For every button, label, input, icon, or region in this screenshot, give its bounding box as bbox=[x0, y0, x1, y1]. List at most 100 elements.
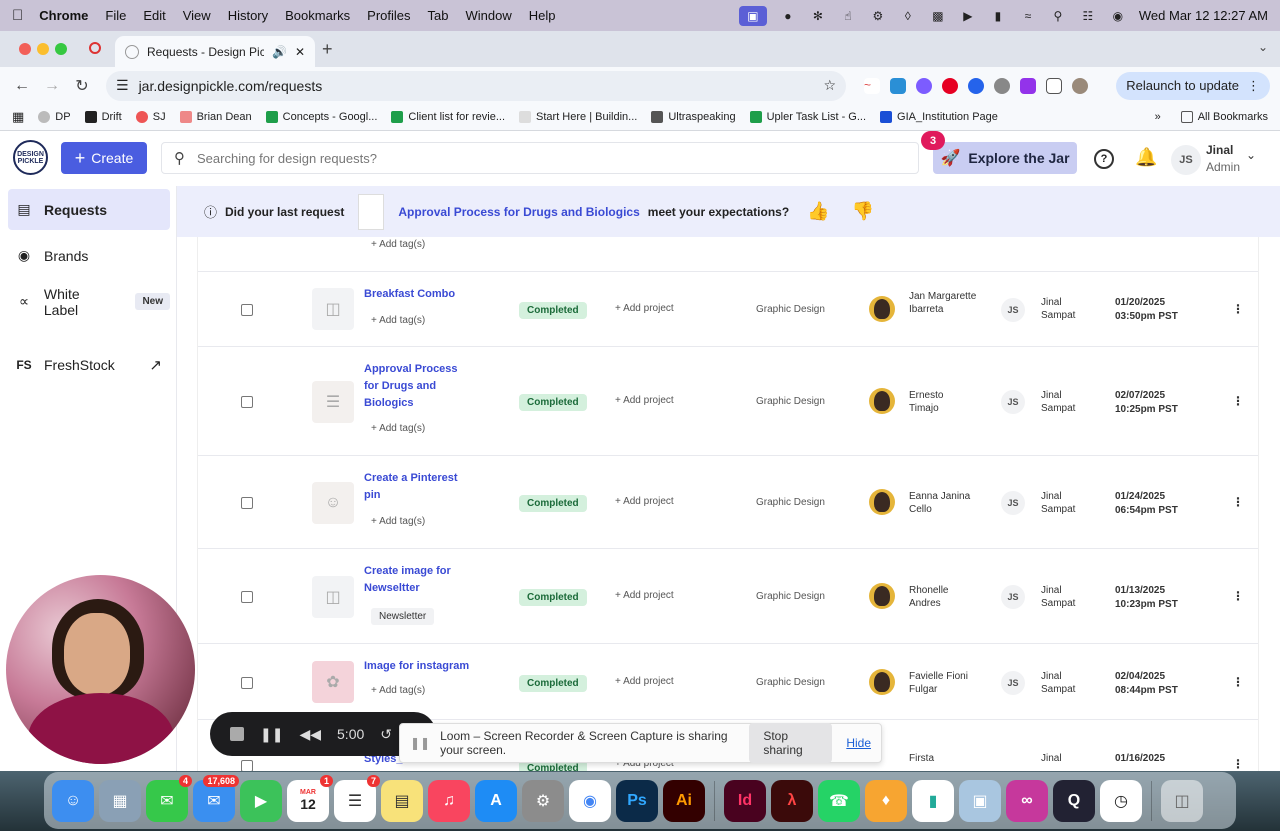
photoshop-icon[interactable]: Ps bbox=[616, 779, 658, 822]
clock[interactable]: Wed Mar 12 12:27 AM bbox=[1139, 8, 1268, 23]
feedback-request-link[interactable]: Approval Process for Drugs and Biologics bbox=[398, 205, 639, 219]
menu-file[interactable]: File bbox=[105, 8, 126, 23]
quicktime-icon[interactable]: Q bbox=[1053, 779, 1095, 822]
user-name[interactable]: Jinal bbox=[1206, 143, 1233, 157]
touch-icon[interactable]: ☝ bbox=[839, 9, 857, 23]
menu-bookmarks[interactable]: Bookmarks bbox=[285, 8, 350, 23]
pinterest-extension-icon[interactable] bbox=[942, 77, 958, 94]
image-placeholder-icon[interactable]: ◫ bbox=[312, 288, 354, 330]
drag-handle-icon[interactable]: ❚❚ bbox=[410, 736, 430, 750]
car-icon[interactable]: ▩ bbox=[929, 9, 947, 23]
mail-icon[interactable]: ✉ 17,608 bbox=[193, 774, 239, 822]
menu-history[interactable]: History bbox=[228, 8, 268, 23]
table-row[interactable]: ◫ Create image for Newseltter Newsletter… bbox=[198, 549, 1258, 644]
facetime-icon[interactable]: ▶ bbox=[240, 779, 282, 822]
bookmark-item[interactable]: SJ bbox=[135, 111, 166, 123]
request-thumbnail[interactable]: ☺ bbox=[312, 482, 354, 524]
table-row[interactable]: ☰ Approval Process for Drugs and Biologi… bbox=[198, 347, 1258, 456]
all-bookmarks-folder[interactable]: All Bookmarks bbox=[1180, 111, 1268, 123]
window-zoom-button[interactable] bbox=[55, 43, 67, 55]
add-tag-link[interactable]: + Add tag(s) bbox=[371, 239, 425, 250]
tab-close-icon[interactable]: ✕ bbox=[295, 45, 305, 59]
row-checkbox[interactable] bbox=[241, 497, 253, 509]
notes-icon[interactable]: ▤ bbox=[381, 779, 423, 822]
calendar-icon[interactable]: MAR 12 1 bbox=[287, 774, 333, 822]
app-store-icon[interactable]: A bbox=[475, 779, 517, 822]
apps-grid-icon[interactable]: ▦ bbox=[12, 109, 24, 125]
add-tag-link[interactable]: + Add tag(s) bbox=[371, 685, 425, 696]
battery-icon[interactable]: ▮ bbox=[989, 9, 1007, 23]
row-menu-icon[interactable]: ⋮ bbox=[1232, 302, 1244, 316]
pause-icon[interactable]: ❚❚ bbox=[260, 726, 283, 743]
address-bar[interactable]: ☰ jar.designpickle.com/requests ☆ bbox=[106, 70, 846, 101]
table-row[interactable]: ◫ Breakfast Combo + Add tag(s) Completed… bbox=[198, 272, 1258, 347]
rewind-icon[interactable]: ◀◀ bbox=[299, 726, 321, 743]
bookmark-item[interactable]: Ultraspeaking bbox=[651, 111, 736, 123]
request-title-link[interactable]: Approval Process for Drugs and Biologics bbox=[364, 361, 464, 412]
trash-icon[interactable]: ◫ bbox=[1161, 779, 1203, 822]
request-title-link[interactable]: Image for instagram bbox=[364, 658, 484, 675]
request-title-link[interactable]: Create a Pinterest pin bbox=[364, 470, 469, 504]
bookmark-item[interactable]: Client list for revie... bbox=[391, 111, 505, 123]
add-tag-link[interactable]: + Add tag(s) bbox=[371, 516, 425, 527]
chrome-icon[interactable]: ◉ bbox=[569, 779, 611, 822]
row-checkbox[interactable] bbox=[241, 760, 253, 771]
add-project-link[interactable]: + Add project bbox=[615, 496, 674, 507]
sidebar-item-freshstock[interactable]: FS FreshStock ↗ bbox=[8, 344, 170, 385]
transmit-icon[interactable]: ♦ bbox=[865, 779, 907, 822]
stop-recording-button[interactable] bbox=[230, 727, 244, 741]
forward-arrow-icon[interactable]: → bbox=[40, 77, 64, 95]
acrobat-icon[interactable]: λ bbox=[771, 779, 813, 822]
stop-sharing-button[interactable]: Stop sharing bbox=[749, 723, 833, 763]
table-row[interactable]: ✿ Image for instagram + Add tag(s) Compl… bbox=[198, 644, 1258, 720]
tab-search-chevron-icon[interactable]: ⌄ bbox=[1258, 40, 1268, 54]
extension-icon-5[interactable] bbox=[968, 77, 984, 94]
request-title-link[interactable]: Breakfast Combo bbox=[364, 286, 474, 303]
whatsapp-icon[interactable]: ☎ bbox=[818, 779, 860, 822]
request-thumbnail[interactable]: ☰ bbox=[312, 381, 354, 423]
bookmark-item[interactable]: Brian Dean bbox=[179, 111, 252, 123]
add-project-link[interactable]: + Add project bbox=[615, 590, 674, 601]
bookmarks-overflow-icon[interactable]: » bbox=[1155, 111, 1161, 123]
extension-icon-6[interactable] bbox=[994, 77, 1010, 94]
chevron-down-icon[interactable]: ⌄ bbox=[1246, 148, 1256, 162]
create-button[interactable]: + Create bbox=[61, 142, 147, 174]
restart-icon[interactable]: ↺ bbox=[380, 726, 392, 743]
thumbs-up-icon[interactable]: 👍 bbox=[807, 201, 829, 222]
bookmark-item[interactable]: Upler Task List - G... bbox=[749, 111, 866, 123]
design-pickle-logo[interactable]: DESIGN PICKLE bbox=[13, 140, 48, 175]
add-tag-link[interactable]: + Add tag(s) bbox=[371, 315, 425, 326]
image-placeholder-icon[interactable]: ◫ bbox=[312, 576, 354, 618]
new-tab-button[interactable]: + bbox=[322, 39, 333, 60]
screen-share-status-icon[interactable]: ▣ bbox=[738, 5, 767, 26]
settings-gear-status-icon[interactable]: ⚙ bbox=[869, 9, 887, 23]
extension-icon-1[interactable]: ~ bbox=[864, 77, 880, 94]
extension-icon-3[interactable] bbox=[916, 77, 932, 94]
table-row[interactable]: ☺ Create a Pinterest pin + Add tag(s) Co… bbox=[198, 456, 1258, 549]
music-icon[interactable]: ♫ bbox=[428, 779, 470, 822]
extensions-puzzle-icon[interactable] bbox=[1046, 77, 1062, 94]
row-menu-icon[interactable]: ⋮ bbox=[1232, 589, 1244, 603]
hide-link[interactable]: Hide bbox=[846, 736, 871, 750]
external-link-icon[interactable]: ↗ bbox=[149, 356, 162, 374]
active-tab[interactable]: Requests - Design Pickle 🔊 ✕ bbox=[115, 36, 315, 67]
row-menu-icon[interactable]: ⋮ bbox=[1232, 757, 1244, 771]
back-arrow-icon[interactable]: ← bbox=[10, 77, 34, 95]
bookmark-star-icon[interactable]: ☆ bbox=[823, 77, 836, 94]
relaunch-button[interactable]: Relaunch to update ⋮ bbox=[1116, 71, 1270, 100]
menu-app-name[interactable]: Chrome bbox=[39, 8, 88, 23]
row-checkbox[interactable] bbox=[241, 396, 253, 408]
row-checkbox[interactable] bbox=[241, 591, 253, 603]
request-search-input[interactable]: ⚲ Searching for design requests? bbox=[161, 142, 919, 174]
bookmark-item[interactable]: GIA_Institution Page bbox=[880, 111, 998, 123]
spotlight-search-icon[interactable]: ⚲ bbox=[1049, 9, 1067, 23]
messages-icon[interactable]: ✉ 4 bbox=[146, 774, 192, 822]
bell-icon[interactable]: 🔔 bbox=[1135, 147, 1157, 168]
wifi-icon[interactable]: ≈ bbox=[1019, 9, 1037, 23]
bookmark-item[interactable]: Concepts - Googl... bbox=[265, 111, 377, 123]
extension-icon-7[interactable] bbox=[1020, 77, 1036, 94]
row-checkbox[interactable] bbox=[241, 304, 253, 316]
window-minimize-button[interactable] bbox=[37, 43, 49, 55]
more-menu-icon[interactable]: ⋮ bbox=[1247, 78, 1260, 94]
apple-icon[interactable]:  bbox=[12, 7, 23, 24]
